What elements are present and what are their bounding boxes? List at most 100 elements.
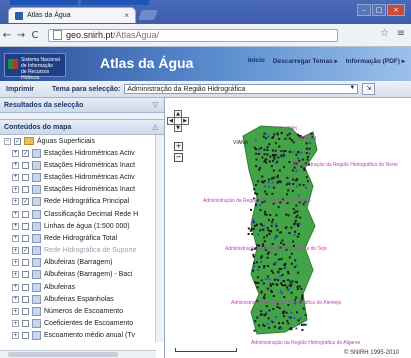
expand-node-icon[interactable]: + bbox=[12, 210, 19, 218]
nav-link-inicio[interactable]: Início bbox=[248, 57, 265, 65]
station-marker bbox=[282, 152, 285, 155]
expand-node-icon[interactable]: + bbox=[12, 186, 19, 194]
new-tab-button[interactable] bbox=[138, 10, 158, 20]
layer-label: Estações Hidrométricas Activ bbox=[44, 149, 135, 157]
close-tab-icon[interactable]: × bbox=[124, 11, 129, 20]
maximize-icon[interactable]: □ bbox=[372, 4, 386, 16]
expand-node-icon[interactable]: + bbox=[12, 173, 19, 181]
station-marker bbox=[259, 209, 262, 211]
station-marker bbox=[272, 295, 275, 297]
expand-icon[interactable]: ▽ bbox=[153, 101, 158, 109]
expand-node-icon[interactable]: + bbox=[12, 247, 19, 255]
layer-checkbox[interactable] bbox=[22, 222, 29, 230]
expand-node-icon[interactable]: + bbox=[12, 222, 19, 230]
layer-row[interactable]: + Estações Hidrométricas Inact bbox=[0, 184, 164, 196]
site-title: Atlas da Água bbox=[100, 55, 194, 71]
station-marker bbox=[282, 322, 284, 324]
layer-checkbox[interactable] bbox=[22, 271, 29, 279]
root-checkbox[interactable]: ✓ bbox=[14, 137, 21, 145]
expand-node-icon[interactable]: + bbox=[12, 320, 19, 328]
zoom-in-icon[interactable]: + bbox=[174, 142, 183, 151]
expand-node-icon[interactable]: + bbox=[12, 198, 19, 206]
layer-row[interactable]: + Albufeiras (Barragem) bbox=[0, 257, 164, 269]
layer-row[interactable]: + Albufeiras (Barragem) - Baci bbox=[0, 269, 164, 281]
layer-row[interactable]: + Albufeiras Espanholas bbox=[0, 293, 164, 305]
map-canvas[interactable]: VIANA 01H/03H03F/03H Administração da Regi… bbox=[165, 98, 411, 358]
layer-row[interactable]: + ✓ Estações Hidrométricas Activ bbox=[0, 147, 164, 159]
forward-icon[interactable]: → bbox=[14, 30, 28, 41]
expand-node-icon[interactable]: + bbox=[12, 295, 19, 303]
horizontal-scrollbar[interactable] bbox=[0, 350, 156, 358]
layer-row[interactable]: + Coeficientes de Escoamento bbox=[0, 318, 164, 330]
map-view[interactable]: VIANA 01H/03H 03F/03H Administração da Regi… bbox=[165, 98, 411, 358]
layer-row[interactable]: + Escoamento médio anual (Tv bbox=[0, 330, 164, 342]
layer-row[interactable]: + Estações Hidrométricas Activ bbox=[0, 171, 164, 183]
nav-link-info-pdf[interactable]: Informação (PDF) ▸ bbox=[346, 57, 405, 65]
station-marker bbox=[295, 296, 298, 299]
tree-root[interactable]: − ✓ Águas Superficiais bbox=[0, 135, 164, 147]
layer-icon bbox=[32, 294, 41, 304]
layer-row[interactable]: + Números de Escoamento bbox=[0, 305, 164, 317]
layer-checkbox[interactable] bbox=[22, 234, 29, 242]
browser-tab[interactable]: Atlas da Água × bbox=[8, 7, 136, 23]
station-marker bbox=[264, 278, 267, 280]
contents-panel-header[interactable]: Conteúdos do mapa △ bbox=[0, 120, 164, 135]
print-button[interactable]: Imprimir bbox=[6, 86, 34, 93]
layer-row[interactable]: + Albufeiras bbox=[0, 281, 164, 293]
station-marker bbox=[272, 135, 275, 138]
close-window-icon[interactable]: × bbox=[387, 4, 405, 16]
layer-checkbox[interactable] bbox=[22, 210, 29, 218]
station-marker bbox=[262, 225, 265, 228]
layer-checkbox[interactable] bbox=[22, 308, 29, 316]
layer-checkbox[interactable] bbox=[22, 283, 29, 291]
expand-node-icon[interactable]: + bbox=[12, 259, 19, 267]
bookmark-star-icon[interactable]: ☆ bbox=[380, 28, 389, 39]
layer-row[interactable]: + ✓ Rede Hidrográfica de Suporte bbox=[0, 245, 164, 257]
expand-node-icon[interactable]: + bbox=[12, 161, 19, 169]
expand-node-icon[interactable]: + bbox=[12, 271, 19, 279]
collapse-node-icon[interactable]: − bbox=[4, 137, 11, 145]
vertical-scrollbar[interactable] bbox=[155, 135, 164, 342]
snirh-logo[interactable]: Sistema Nacional de Informação de Recurs… bbox=[4, 53, 66, 81]
layer-row[interactable]: + Rede Hidrográfica Total bbox=[0, 232, 164, 244]
pan-down-icon[interactable]: ▼ bbox=[174, 124, 182, 132]
url-input[interactable]: geo.snirh.pt/AtlasAgua/ bbox=[48, 28, 338, 42]
pan-control[interactable]: ▲ ◀ ▶ ▼ bbox=[167, 110, 189, 132]
theme-select[interactable]: Administração da Região Hidrográfica ▼ bbox=[124, 84, 359, 94]
layer-checkbox[interactable] bbox=[22, 295, 29, 303]
expand-node-icon[interactable]: + bbox=[12, 283, 19, 291]
station-marker bbox=[275, 235, 278, 238]
layer-row[interactable]: + Estações Hidrométricas Inact bbox=[0, 159, 164, 171]
layer-checkbox[interactable]: ✓ bbox=[22, 198, 29, 206]
layer-row[interactable]: + Linhas de água (1:500 000) bbox=[0, 220, 164, 232]
layer-row[interactable]: + Classificação Decimal Rede H bbox=[0, 208, 164, 220]
results-panel-header[interactable]: Resultados da selecção ▽ bbox=[0, 98, 164, 113]
station-marker bbox=[273, 325, 276, 328]
reload-icon[interactable]: C bbox=[28, 30, 42, 41]
layer-checkbox[interactable]: ✓ bbox=[22, 149, 29, 157]
layer-checkbox[interactable] bbox=[22, 259, 29, 267]
layer-row[interactable]: + ✓ Rede Hidrográfica Principal bbox=[0, 196, 164, 208]
station-marker bbox=[267, 265, 269, 268]
expand-node-icon[interactable]: + bbox=[12, 308, 19, 316]
station-marker bbox=[259, 204, 262, 207]
zoom-out-icon[interactable]: − bbox=[174, 153, 183, 162]
browser-menu-icon[interactable]: ≡ bbox=[397, 28, 405, 39]
expand-node-icon[interactable]: + bbox=[12, 332, 19, 340]
layer-checkbox[interactable] bbox=[22, 161, 29, 169]
layer-checkbox[interactable]: ✓ bbox=[22, 247, 29, 255]
minimize-icon[interactable]: – bbox=[357, 4, 371, 16]
nav-link-download[interactable]: Descarregar Temas ▸ bbox=[273, 57, 338, 65]
expand-node-icon[interactable]: + bbox=[12, 234, 19, 242]
select-tool-icon[interactable]: ⇲ bbox=[362, 83, 376, 95]
collapse-icon[interactable]: △ bbox=[153, 123, 158, 131]
layer-label: Rede Hidrográfica Total bbox=[44, 234, 118, 242]
layer-checkbox[interactable] bbox=[22, 173, 29, 181]
layer-checkbox[interactable] bbox=[22, 186, 29, 194]
back-icon[interactable]: ← bbox=[0, 30, 14, 41]
layer-checkbox[interactable] bbox=[22, 332, 29, 340]
layer-checkbox[interactable] bbox=[22, 320, 29, 328]
pan-right-icon[interactable]: ▶ bbox=[181, 117, 189, 125]
expand-node-icon[interactable]: + bbox=[12, 149, 19, 157]
layer-label: Coeficientes de Escoamento bbox=[44, 320, 134, 328]
